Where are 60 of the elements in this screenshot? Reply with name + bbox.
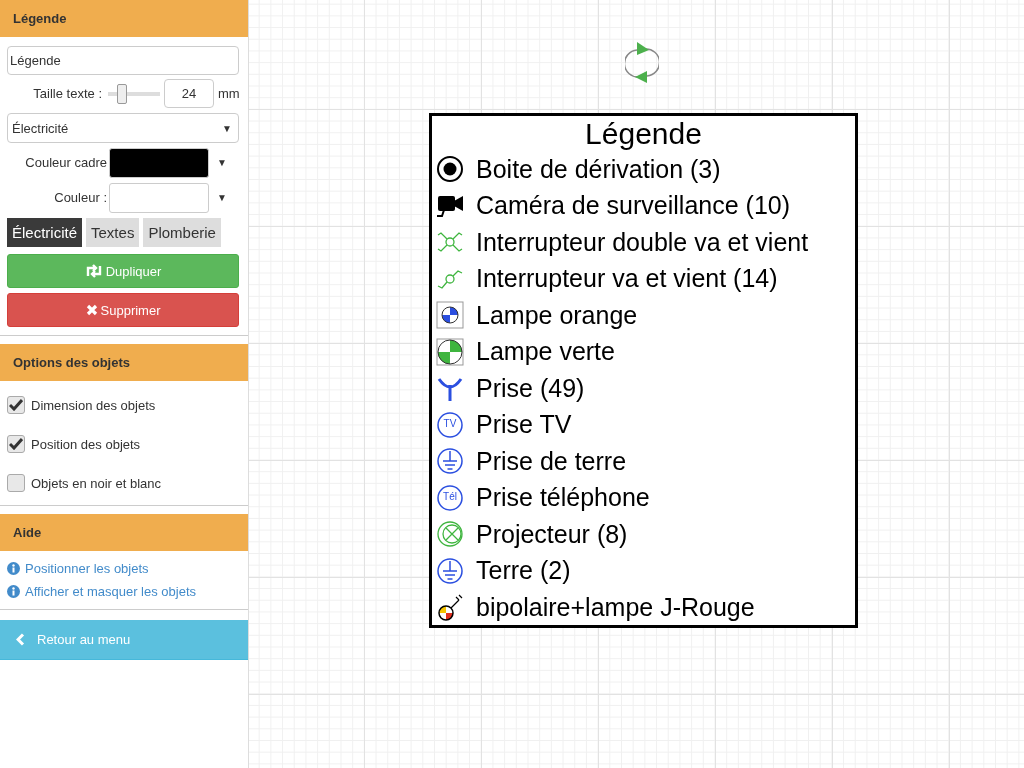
section-header: Légende [0,0,248,37]
lamp-switch-icon [436,593,464,622]
repeat-icon [84,264,103,278]
legend-label: Caméra de surveillance (10) [476,191,791,221]
projector-icon [436,520,464,549]
category-tab[interactable]: Textes [86,218,140,247]
close-icon [85,304,98,316]
legend-label: Projecteur (8) [476,519,628,549]
caret-icon: ▼ [222,122,232,134]
fill-color-swatch[interactable] [109,182,209,213]
legend-frame[interactable] [429,113,858,628]
checkbox-label[interactable]: Position des objets [31,436,141,452]
legend-label: Prise TV [476,410,572,440]
help-link[interactable]: Positionner les objets [25,561,149,576]
legend-label: Prise (49) [476,373,585,403]
checkbox-label[interactable]: Dimension des objets [31,397,156,413]
checkbox[interactable] [7,474,25,492]
select-value: Électricité [12,120,69,136]
field-label: Couleur : [53,190,107,205]
caret-icon[interactable]: ▼ [217,157,227,168]
rotate-icon [625,41,659,85]
legend-title: Légende [585,116,702,151]
legend-label: Lampe orange [476,300,638,330]
legend-label: Prise téléphone [476,483,650,513]
chevron-left-icon [16,633,25,646]
frame-color-swatch[interactable] [109,147,209,178]
legend-label: Terre (2) [476,556,571,586]
unit-label: mm [218,86,240,101]
slider-thumb[interactable] [117,83,128,104]
caret-icon[interactable]: ▼ [217,192,227,203]
checkbox-label[interactable]: Objets en noir et blanc [31,475,162,491]
section-header: Options des objets [0,344,248,381]
section-header: Aide [0,514,248,551]
legend-label: Boite de dérivation (3) [476,154,721,184]
field-label: Couleur cadre [24,155,107,170]
lamp-icon [436,301,464,330]
legend-label: bipolaire+lampe J-Rouge [476,592,755,622]
category-tab[interactable]: Plomberie [143,218,221,247]
legend-label: Lampe verte [476,337,615,367]
legend-label: Interrupteur double va et vient [476,227,809,257]
size-field[interactable]: 24 [164,79,214,108]
delete-button[interactable]: Supprimer [7,293,239,327]
socket-icon: Tél [436,483,464,512]
legend-label: Interrupteur va et vient (14) [476,264,778,294]
drawing-canvas[interactable] [249,0,1024,768]
legend-label: Prise de terre [476,446,627,476]
lamp-icon [436,337,464,366]
field-label: Taille texte : [32,86,102,101]
checkbox[interactable] [7,435,25,453]
earth-icon [436,447,464,476]
category-select[interactable]: Électricité ▼ [7,113,239,143]
checkbox[interactable] [7,396,25,414]
info-icon [7,562,20,575]
earth-icon [436,556,464,585]
help-link[interactable]: Afficher et masquer les objets [25,584,196,599]
junction-box-icon [436,155,464,184]
socket-icon: TV [436,410,464,439]
info-icon [7,585,20,598]
category-tab[interactable]: Électricité [7,218,83,247]
name-field[interactable]: Légende [7,46,239,75]
